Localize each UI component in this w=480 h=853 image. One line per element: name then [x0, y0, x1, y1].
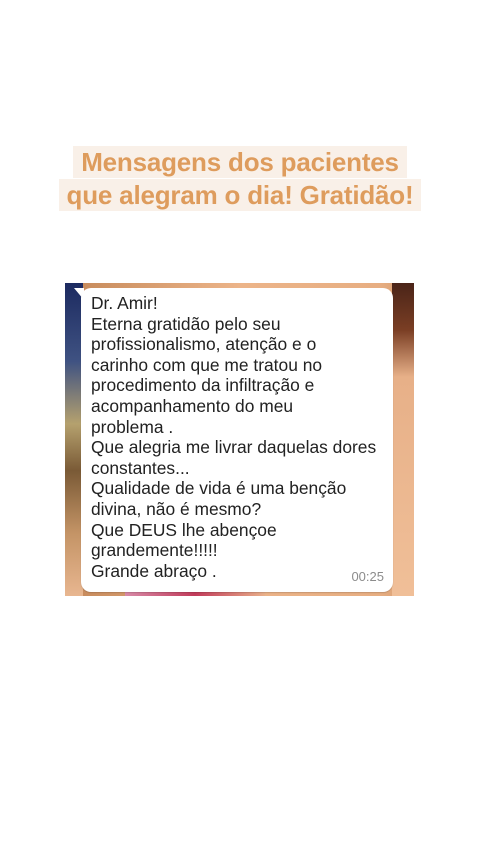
message-line: divina, não é mesmo?: [91, 498, 262, 519]
message-line: Que DEUS lhe abençoe: [91, 519, 277, 540]
message-timestamp: 00:25: [351, 569, 384, 584]
headline: Mensagens dos pacientes que alegram o di…: [0, 146, 480, 212]
message-line: Dr. Amir!: [91, 293, 158, 313]
story-page: Mensagens dos pacientes que alegram o di…: [0, 0, 480, 853]
headline-line-2: que alegram o dia! Gratidão!: [58, 179, 422, 211]
message-line: grandemente!!!!!: [91, 540, 218, 561]
message-line: Que alegria me livrar daquelas dores: [91, 437, 377, 458]
message-line: Qualidade de vida é uma benção: [91, 478, 347, 499]
message-line: constantes...: [91, 457, 190, 478]
message-line: Eterna gratidão pelo seu: [91, 313, 281, 334]
message-line: problema .: [91, 416, 174, 437]
headline-line-1: Mensagens dos pacientes: [73, 146, 407, 178]
message-line: profissionalismo, atenção e o: [91, 334, 317, 355]
message-line: carinho com que me tratou no: [91, 354, 323, 375]
message-line: Grande abraço .: [91, 560, 217, 581]
message-line: acompanhamento do meu: [91, 395, 294, 416]
message-line: procedimento da infiltração e: [91, 375, 315, 396]
message-bubble: Dr. Amir! Eterna gratidão pelo seu profi…: [81, 288, 393, 592]
